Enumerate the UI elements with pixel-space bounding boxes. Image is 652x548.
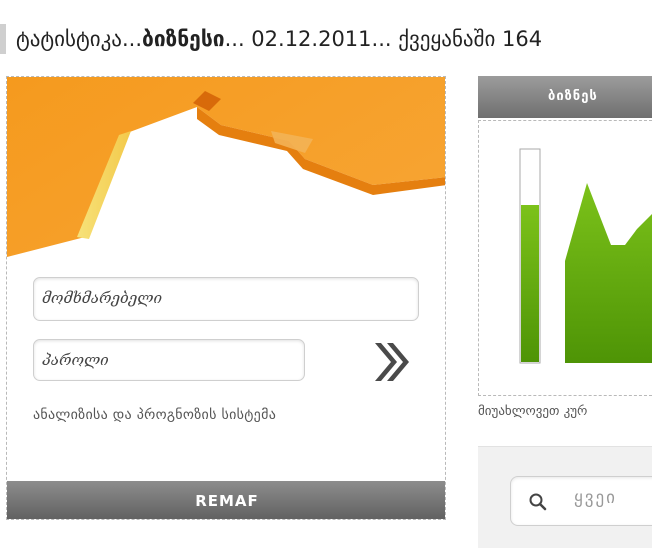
business-header[interactable]: ბიზნეს bbox=[478, 76, 652, 118]
username-field[interactable]: მომხმარებელი bbox=[33, 277, 419, 321]
ticker-bold: ბიზნესი bbox=[142, 27, 225, 51]
news-ticker: ტატისტიკა...ბიზნესი... 02.12.2011... ქვე… bbox=[0, 0, 652, 70]
page: ტატისტიკა...ბიზნესი... 02.12.2011... ქვე… bbox=[0, 0, 652, 548]
ticker-prefix: ტატისტიკა... bbox=[16, 27, 142, 51]
business-caption: მიუახლოვეთ კურ bbox=[478, 404, 588, 419]
business-chart bbox=[478, 120, 652, 396]
ticker-marker bbox=[0, 24, 6, 54]
ticker-text: ტატისტიკა...ბიზნესი... 02.12.2011... ქვე… bbox=[16, 24, 542, 54]
password-placeholder: პაროლი bbox=[42, 351, 109, 369]
username-placeholder: მომხმარებელი bbox=[42, 289, 162, 307]
system-tagline: ანალიზისა და პროგნოზის სისტემა bbox=[33, 407, 277, 423]
password-field[interactable]: პაროლი bbox=[33, 339, 305, 381]
search-placeholder: ყვეი bbox=[574, 488, 617, 508]
login-footer-bar: REMAF bbox=[7, 481, 445, 519]
submit-arrow-icon[interactable] bbox=[369, 339, 413, 385]
search-icon[interactable] bbox=[528, 492, 548, 512]
ticker-suffix: ... 02.12.2011... ქვეყანაში 164 bbox=[224, 27, 543, 51]
login-panel: მომხმარებელი პაროლი ანალიზისა და პროგნოზ… bbox=[6, 76, 446, 520]
business-chart-graphic bbox=[519, 148, 652, 364]
